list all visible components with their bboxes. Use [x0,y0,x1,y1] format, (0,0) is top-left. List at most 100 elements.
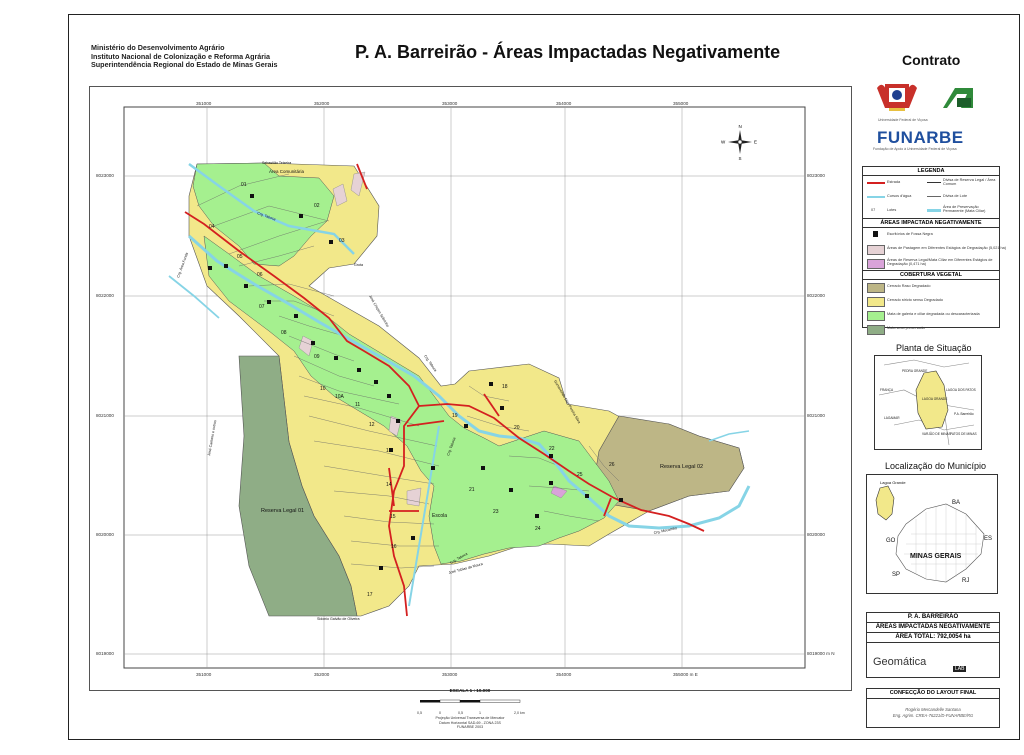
lot-label: 19 [452,413,458,419]
grid-x-label: 355000 [673,101,689,106]
road-swatch-icon [867,182,885,184]
fossa-icon [873,231,878,237]
legend-row: Cerrado Raso Degradado [863,280,999,294]
compass-e: E [754,140,757,145]
scale-title: ESCALA 1 : 10.000 [449,688,491,693]
legend-text: Cerrado Raso Degradado [887,284,931,288]
map-canvas: 01 02 03 04 05 06 07 08 09 10 10A 11 12 … [123,106,806,669]
scale-bar-graphic [420,699,521,703]
lot-label: 16 [391,544,397,550]
grid-y-label: 8019000 [96,651,114,656]
lot-label: 10 [320,386,326,392]
grid-x-label: 353000 [442,672,458,677]
scale-tick: 0,5 [458,711,463,715]
legend-row: Mata seca preservada [863,322,999,336]
lot-label: 24 [535,526,541,532]
scale-tick: 1 [479,711,481,715]
mata-galeria-swatch-icon [867,311,885,321]
owner-label: Sidonio Galvão de Oliveira [317,617,360,621]
institution-line: Superintendência Regional do Estado de M… [91,60,278,70]
planta-label: LAGOA GRANDE [922,397,947,401]
grid-x-label: 353000 [442,101,458,106]
lot-label: 13 [386,448,392,454]
grid-x-label: 351000 [196,672,212,677]
planta-label: PEDRA GRANDE [902,369,927,373]
lot-label: 02 [314,203,320,209]
lot-label: 15 [390,514,396,520]
grid-y-label: 8021000 [96,413,114,418]
planta-label: LAGOA DOS PATOS [946,388,976,392]
lot-label: 21 [469,487,475,493]
legend-text: Divisa de Lote [943,194,968,198]
lot-label: 01 [241,182,247,188]
legend-text: Área de Preservação Permanente (Mata Cil… [943,205,986,213]
funarbe-caption: Fundação de Apoio à Universidade Federal… [873,147,957,151]
stream-swatch-icon [867,196,885,198]
lot-label: 17 [367,592,373,598]
lot-label: 22 [549,446,555,452]
legend-row: 07 Lotes Área de Preservação Permanente … [863,204,999,218]
funarbe-logo: FUNARBE [877,128,964,147]
municipio-label: ES [984,536,992,542]
legend-row: Escritórios de Fossa Negra [863,228,999,242]
lot-number-sample: 07 [871,208,876,212]
municipio-label: Lagoa Grande [880,480,906,485]
grid-y-label: 8022000 [807,293,825,298]
credit-line: FUNARBE 2003 [456,725,484,729]
legend-row: Áreas de Reserva Legal/Mata Ciliar em Di… [863,256,999,270]
app-swatch-icon [927,209,941,212]
grid-x-label: 354000 [556,672,572,677]
planta-situacao-map: PEDRA GRANDE FRANÇA LAGOA GRANDE LAGOA D… [874,355,982,450]
planta-label: FRANÇA [880,388,894,392]
legend-text: Cursos d'água [887,194,912,198]
credits-registration: Eng. Agrim. CREA-76221/D-FUNARBE/RG [892,713,974,718]
reserve-degr-swatch-icon [867,259,885,269]
scale-tick: 0 [439,711,441,715]
municipio-label: GO [886,538,896,544]
project-subtitle: ÁREAS IMPACTADAS NEGATIVAMENTE [867,623,999,633]
legend-row: Mata de galeria e ciliar degradada ou de… [863,308,999,322]
project-area: ÁREA TOTAL: 792,0054 ha [867,633,999,643]
grid-x-label: 352000 [314,672,330,677]
pasture-swatch-icon [867,245,885,255]
planta-title: Planta de Situação [896,343,972,353]
veg-title: COBERTURA VEGETAL [863,270,999,280]
grid-x-label: 354000 [556,101,572,106]
scale-bar: ESCALA 1 : 10.000 0,5 0 0,5 1 2,0 km Pro… [410,688,530,730]
legend-row: Cursos d'água Divisa de Lote [863,190,999,204]
lot-label: 05 [237,254,243,260]
project-name: P. A. BARREIRÃO [867,613,999,623]
north-arrow-icon: N S E W [721,124,757,161]
lot-label: 11 [355,402,360,408]
divisa-swatch-icon [927,182,941,183]
planta-label: LAGAMAR [884,416,900,420]
legend-panel: LEGENDA Estrada Divisa de Reserva Legal … [862,166,1006,335]
municipio-label: BA [952,500,960,506]
green-logo-icon [943,88,973,108]
lab-logo: LAB [953,666,967,672]
legend-text: Divisa de Reserva Legal / Área Comum [943,178,996,186]
lot-label: 08 [281,330,287,336]
grid-y-label: 8023000 [807,173,825,178]
ufv-crest-icon [877,84,917,111]
legend-row: Áreas de Pastagem em Diferentes Estágios… [863,242,1006,256]
stream-label: Crg. Área Funda [176,252,189,278]
grid-y-label: 8020000 [96,532,114,537]
contrato-title: Contrato [902,52,961,68]
legend-row: Cerrado stricto sensu Degradado [863,294,999,308]
lot-label: 10A [335,394,345,400]
lot-label: 06 [257,272,263,278]
planta-label: VARJÃO DE MINAS [922,431,951,436]
cerrado-swatch-icon [867,297,885,307]
project-info-box: P. A. BARREIRÃO ÁREAS IMPACTADAS NEGATIV… [866,612,1000,678]
lot-label: 09 [314,354,320,360]
legend-text: Cerrado stricto sensu Degradado [887,298,943,302]
grid-y-label: 8022000 [96,293,114,298]
legend-text: Mata de galeria e ciliar degradada ou de… [887,312,980,316]
legend-title: LEGENDA [863,167,999,176]
mata-seca-swatch-icon [867,325,885,335]
reserva-01-label: Reserva Legal 01 [261,508,304,514]
municipio-title: Localização do Município [885,461,987,471]
lot-label: 20 [514,425,520,431]
area-comunitaria-label: Área Comunitária [269,168,305,174]
